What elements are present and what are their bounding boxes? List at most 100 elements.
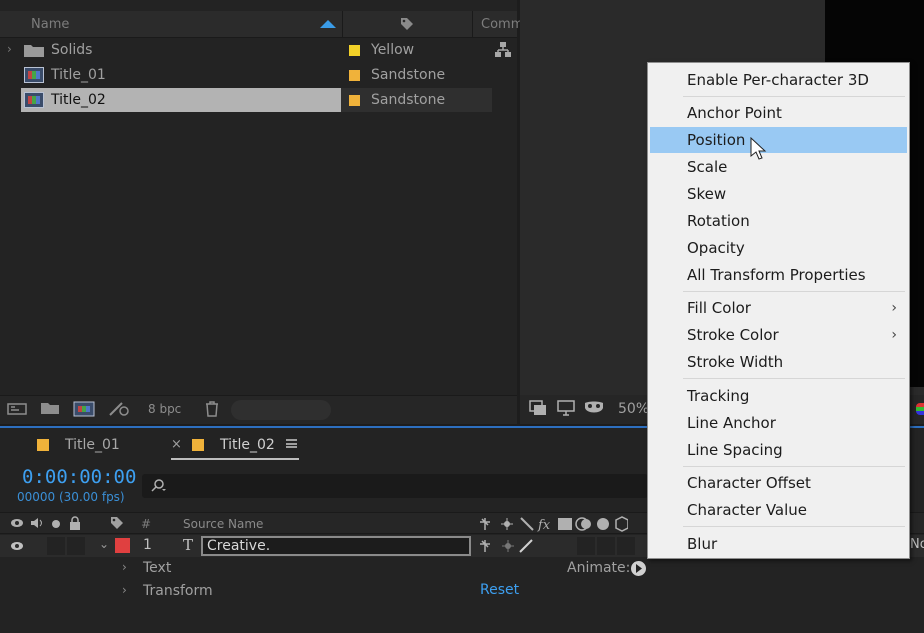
audio-icon[interactable]	[30, 517, 44, 529]
expand-layer-icon[interactable]: ⌄	[99, 537, 109, 551]
menu-separator	[683, 96, 905, 97]
menu-item-line-anchor[interactable]: Line Anchor	[650, 410, 907, 436]
project-column-header: Name Comm	[0, 11, 523, 38]
menu-item-character-offset[interactable]: Character Offset	[650, 470, 907, 496]
switch-cell[interactable]	[597, 537, 615, 555]
svg-text:fx: fx	[537, 518, 551, 532]
comment-column-header[interactable]: Comm	[481, 17, 523, 32]
menu-item-scale[interactable]: Scale	[650, 154, 907, 180]
menu-item-tracking[interactable]: Tracking	[650, 383, 907, 409]
tab-title-01[interactable]: Title_01	[65, 437, 120, 453]
panel-menu-icon[interactable]	[286, 439, 297, 448]
label-swatch[interactable]	[349, 70, 360, 81]
solo-switch[interactable]	[47, 537, 65, 555]
label-tag-icon[interactable]	[400, 17, 414, 31]
layer-switches-icons[interactable]: fx	[478, 516, 629, 533]
item-name: Solids	[51, 42, 93, 58]
project-panel: Name Comm › Solids Yellow Title_01 Sands…	[0, 0, 523, 424]
switch-cell[interactable]	[577, 537, 595, 555]
bit-depth-button[interactable]: 8 bpc	[148, 402, 181, 416]
composition-icon	[24, 92, 44, 108]
project-item-solids[interactable]: › Solids Yellow	[0, 38, 517, 63]
project-item-title-02[interactable]: Title_02 Sandstone	[0, 88, 517, 113]
transform-property-group[interactable]: Transform	[143, 583, 213, 599]
item-label: Sandstone	[371, 67, 446, 83]
menu-separator	[683, 378, 905, 379]
layer-number: 1	[143, 537, 152, 553]
menu-item-enable-per-character-3d[interactable]: Enable Per-character 3D	[650, 67, 907, 93]
new-folder-icon[interactable]	[40, 401, 60, 417]
menu-item-opacity[interactable]: Opacity	[650, 235, 907, 261]
column-divider	[472, 11, 473, 38]
layer-visibility-icon[interactable]	[10, 540, 24, 552]
menu-item-skew[interactable]: Skew	[650, 181, 907, 207]
expand-transform-icon[interactable]: ›	[122, 583, 127, 597]
solo-icon[interactable]	[52, 520, 60, 528]
layer-number-header: #	[141, 517, 152, 531]
submenu-arrow-icon: ›	[891, 300, 897, 316]
menu-item-anchor-point[interactable]: Anchor Point	[650, 100, 907, 126]
menu-item-all-transform-properties[interactable]: All Transform Properties	[650, 262, 907, 288]
expand-chevron-icon[interactable]: ›	[7, 42, 12, 56]
animate-context-menu: Enable Per-character 3D Anchor Point Pos…	[647, 62, 910, 559]
flowchart-icon[interactable]	[495, 42, 511, 58]
lock-switch[interactable]	[67, 537, 85, 555]
menu-item-stroke-width[interactable]: Stroke Width	[650, 349, 907, 375]
animate-button[interactable]	[631, 561, 646, 576]
menu-item-line-spacing[interactable]: Line Spacing	[650, 437, 907, 463]
menu-separator	[683, 291, 905, 292]
mask-visibility-icon[interactable]	[584, 400, 604, 416]
sort-ascending-icon[interactable]	[320, 20, 336, 28]
tab-label-swatch	[192, 439, 204, 451]
menu-item-fill-color[interactable]: Fill Color ›	[650, 295, 907, 321]
project-footer: 8 bpc	[0, 395, 517, 424]
menu-item-label: Stroke Color	[687, 326, 779, 344]
layer-search-input[interactable]	[142, 474, 648, 498]
menu-item-label: Position	[687, 131, 746, 149]
active-tab-underline	[171, 458, 299, 460]
name-column-header[interactable]: Name	[31, 17, 69, 32]
layer-name-field[interactable]: Creative.	[201, 536, 471, 556]
menu-item-position[interactable]: Position	[650, 127, 907, 160]
column-divider	[342, 11, 343, 38]
label-tag-icon[interactable]	[110, 516, 124, 530]
current-time-display[interactable]: 0:00:00:00	[22, 466, 136, 488]
project-item-title-01[interactable]: Title_01 Sandstone	[0, 63, 517, 88]
menu-item-label: Fill Color	[687, 299, 751, 317]
trash-icon[interactable]	[202, 401, 222, 417]
interpret-footage-icon[interactable]	[7, 401, 27, 417]
frame-count-display: 00000 (30.00 fps)	[17, 490, 125, 504]
folder-icon	[24, 43, 44, 57]
menu-separator	[683, 526, 905, 527]
item-label: Sandstone	[371, 92, 446, 108]
text-layer-icon: T	[183, 536, 194, 554]
new-composition-icon[interactable]	[73, 401, 95, 417]
thumbnail-slider[interactable]	[231, 400, 331, 420]
menu-separator	[683, 466, 905, 467]
animate-label: Animate:	[567, 560, 631, 576]
tab-title-02[interactable]: Title_02	[220, 437, 275, 453]
menu-item-stroke-color[interactable]: Stroke Color ›	[650, 322, 907, 348]
source-name-header[interactable]: Source Name	[183, 517, 263, 531]
switch-cell[interactable]	[617, 537, 635, 555]
menu-item-blur[interactable]: Blur	[650, 531, 907, 557]
reset-link[interactable]: Reset	[480, 582, 519, 598]
project-settings-icon[interactable]	[108, 401, 129, 417]
text-property-group[interactable]: Text	[143, 560, 171, 576]
item-name: Title_01	[51, 67, 106, 83]
layer-label-swatch[interactable]	[115, 538, 130, 553]
monitor-icon[interactable]	[556, 400, 576, 416]
label-swatch[interactable]	[349, 45, 360, 56]
layer-switches[interactable]	[478, 538, 538, 554]
close-tab-icon[interactable]: ×	[171, 437, 182, 452]
lock-icon[interactable]	[69, 516, 81, 530]
eye-icon[interactable]	[10, 517, 24, 529]
color-channels-icon[interactable]	[916, 403, 924, 415]
zoom-level[interactable]: 50%	[618, 401, 649, 417]
label-swatch[interactable]	[349, 95, 360, 106]
menu-item-rotation[interactable]: Rotation	[650, 208, 907, 234]
expand-text-icon[interactable]: ›	[122, 560, 127, 574]
menu-item-character-value[interactable]: Character Value	[650, 497, 907, 523]
item-name: Title_02	[51, 92, 106, 108]
preview-icon[interactable]	[528, 400, 548, 416]
